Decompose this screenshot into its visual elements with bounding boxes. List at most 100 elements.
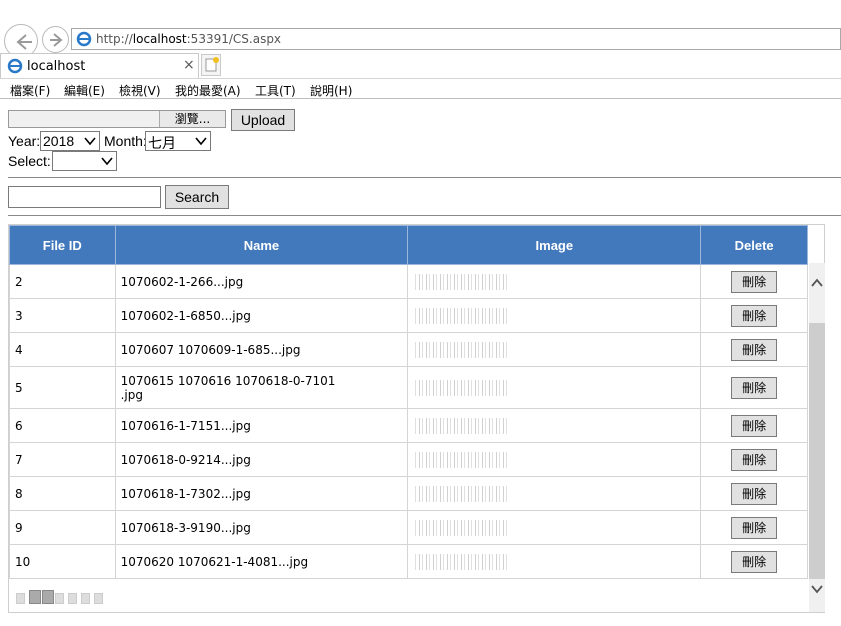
divider	[8, 177, 841, 178]
search-input[interactable]	[8, 186, 161, 208]
menu-edit[interactable]: 編輯(E)	[64, 82, 105, 99]
url-text: http://localhost:53391/CS.aspx	[96, 32, 282, 46]
select-label: Select:	[8, 153, 51, 169]
tab-close-button[interactable]: ×	[183, 57, 195, 73]
delete-button[interactable]: 刪除	[731, 338, 778, 361]
divider	[8, 215, 841, 216]
cell-file-id: 3	[9, 298, 116, 333]
cell-image	[407, 476, 702, 511]
delete-button[interactable]: 刪除	[731, 270, 778, 293]
new-tab-button[interactable]	[201, 54, 221, 76]
ie-logo-icon	[76, 31, 92, 47]
cell-file-id: 6	[9, 408, 116, 443]
arrow-right-icon	[50, 33, 63, 47]
cell-image	[407, 510, 702, 545]
cell-name: 1070602-1-6850...jpg	[114, 298, 409, 333]
year-select[interactable]: 2018	[40, 131, 100, 151]
delete-button[interactable]: 刪除	[731, 482, 778, 505]
cell-file-id: 7	[9, 442, 116, 477]
cell-image	[407, 408, 702, 443]
browser-tab[interactable]: localhost ×	[0, 53, 199, 78]
cell-delete: 刪除	[700, 408, 808, 443]
grid-scrollbar[interactable]	[809, 263, 825, 612]
pager-link[interactable]	[16, 593, 25, 604]
scroll-thumb[interactable]	[809, 323, 825, 579]
chevron-down-icon[interactable]	[810, 581, 824, 597]
cell-image	[407, 544, 702, 579]
forward-button[interactable]	[42, 26, 69, 53]
cell-file-id: 2	[9, 264, 116, 299]
pager-link[interactable]	[68, 593, 77, 604]
cell-name: 1070616-1-7151...jpg	[114, 408, 409, 443]
chevron-down-icon	[84, 137, 96, 146]
menu-file[interactable]: 檔案(F)	[10, 82, 50, 99]
cell-name: 1070618-3-9190...jpg	[114, 510, 409, 545]
cell-file-id: 5	[9, 366, 116, 409]
new-tab-icon	[205, 57, 219, 72]
cell-delete: 刪除	[700, 298, 808, 333]
image-thumbnail	[413, 417, 510, 434]
table-header-row: File ID Name Image Delete	[9, 225, 808, 265]
browse-button[interactable]: 瀏覽...	[159, 111, 225, 127]
pager-current	[42, 590, 54, 604]
tab-title: localhost	[27, 59, 86, 74]
pager-link[interactable]	[94, 593, 103, 604]
table-row: 7 1070618-0-9214...jpg 刪除	[9, 442, 808, 477]
cell-delete: 刪除	[700, 476, 808, 511]
chevron-up-icon[interactable]	[810, 275, 824, 291]
pager-link[interactable]	[81, 593, 90, 604]
chevron-down-icon	[195, 137, 207, 146]
menu-favorites[interactable]: 我的最愛(A)	[175, 82, 241, 99]
cell-delete: 刪除	[700, 366, 808, 409]
delete-button[interactable]: 刪除	[731, 516, 778, 539]
image-thumbnail	[413, 519, 510, 536]
cell-name: 1070620 1070621-1-4081...jpg	[114, 544, 409, 579]
file-name-continued: .jpg	[120, 387, 143, 402]
menu-tools[interactable]: 工具(T)	[255, 82, 296, 99]
cell-file-id: 9	[9, 510, 116, 545]
file-name: 1070618-1-7302...jpg	[120, 486, 251, 501]
chevron-down-icon	[101, 157, 113, 166]
delete-button[interactable]: 刪除	[731, 448, 778, 471]
cell-name: 1070602-1-266...jpg	[114, 264, 409, 299]
table-row: 4 1070607 1070609-1-685...jpg 刪除	[9, 332, 808, 367]
table-row: 2 1070602-1-266...jpg 刪除	[9, 264, 808, 299]
column-header-file-id: File ID	[9, 225, 116, 265]
file-table: File ID Name Image Delete 2 1070602-1-266…	[9, 225, 808, 579]
month-label: Month:	[104, 133, 147, 149]
cell-image	[407, 332, 702, 367]
menu-view[interactable]: 檢視(V)	[119, 82, 161, 99]
table-row: 9 1070618-3-9190...jpg 刪除	[9, 510, 808, 545]
delete-button[interactable]: 刪除	[731, 550, 778, 573]
delete-button[interactable]: 刪除	[731, 304, 778, 327]
table-row: 6 1070616-1-7151...jpg 刪除	[9, 408, 808, 443]
grid-pager	[16, 590, 107, 604]
delete-button[interactable]: 刪除	[731, 376, 778, 399]
search-button[interactable]: Search	[165, 185, 229, 209]
file-name: 1070602-1-6850...jpg	[120, 308, 251, 323]
cell-image	[407, 366, 702, 409]
file-select[interactable]	[52, 151, 117, 171]
cell-delete: 刪除	[700, 264, 808, 299]
table-row: 5 1070615 1070616 1070618-0-7101 .jpg 刪除	[9, 366, 808, 409]
address-bar[interactable]: http://localhost:53391/CS.aspx	[71, 28, 841, 50]
year-label: Year:	[8, 133, 41, 149]
file-grid: File ID Name Image Delete 2 1070602-1-266…	[8, 224, 825, 613]
cell-file-id: 8	[9, 476, 116, 511]
month-select[interactable]: 七月	[145, 131, 211, 151]
delete-button[interactable]: 刪除	[731, 414, 778, 437]
file-name: 1070618-0-9214...jpg	[120, 452, 251, 467]
image-thumbnail	[413, 379, 510, 396]
cell-file-id: 10	[9, 544, 116, 579]
image-thumbnail	[413, 451, 510, 468]
pager-link[interactable]	[55, 593, 64, 604]
cell-delete: 刪除	[700, 544, 808, 579]
upload-button[interactable]: Upload	[231, 109, 295, 131]
file-upload-input[interactable]: 瀏覽...	[8, 110, 226, 128]
ie-logo-icon	[7, 58, 23, 74]
cell-image	[407, 298, 702, 333]
file-name: 1070607 1070609-1-685...jpg	[120, 342, 301, 357]
menu-help[interactable]: 說明(H)	[310, 82, 352, 99]
cell-file-id: 4	[9, 332, 116, 367]
file-name: 1070616-1-7151...jpg	[120, 418, 251, 433]
